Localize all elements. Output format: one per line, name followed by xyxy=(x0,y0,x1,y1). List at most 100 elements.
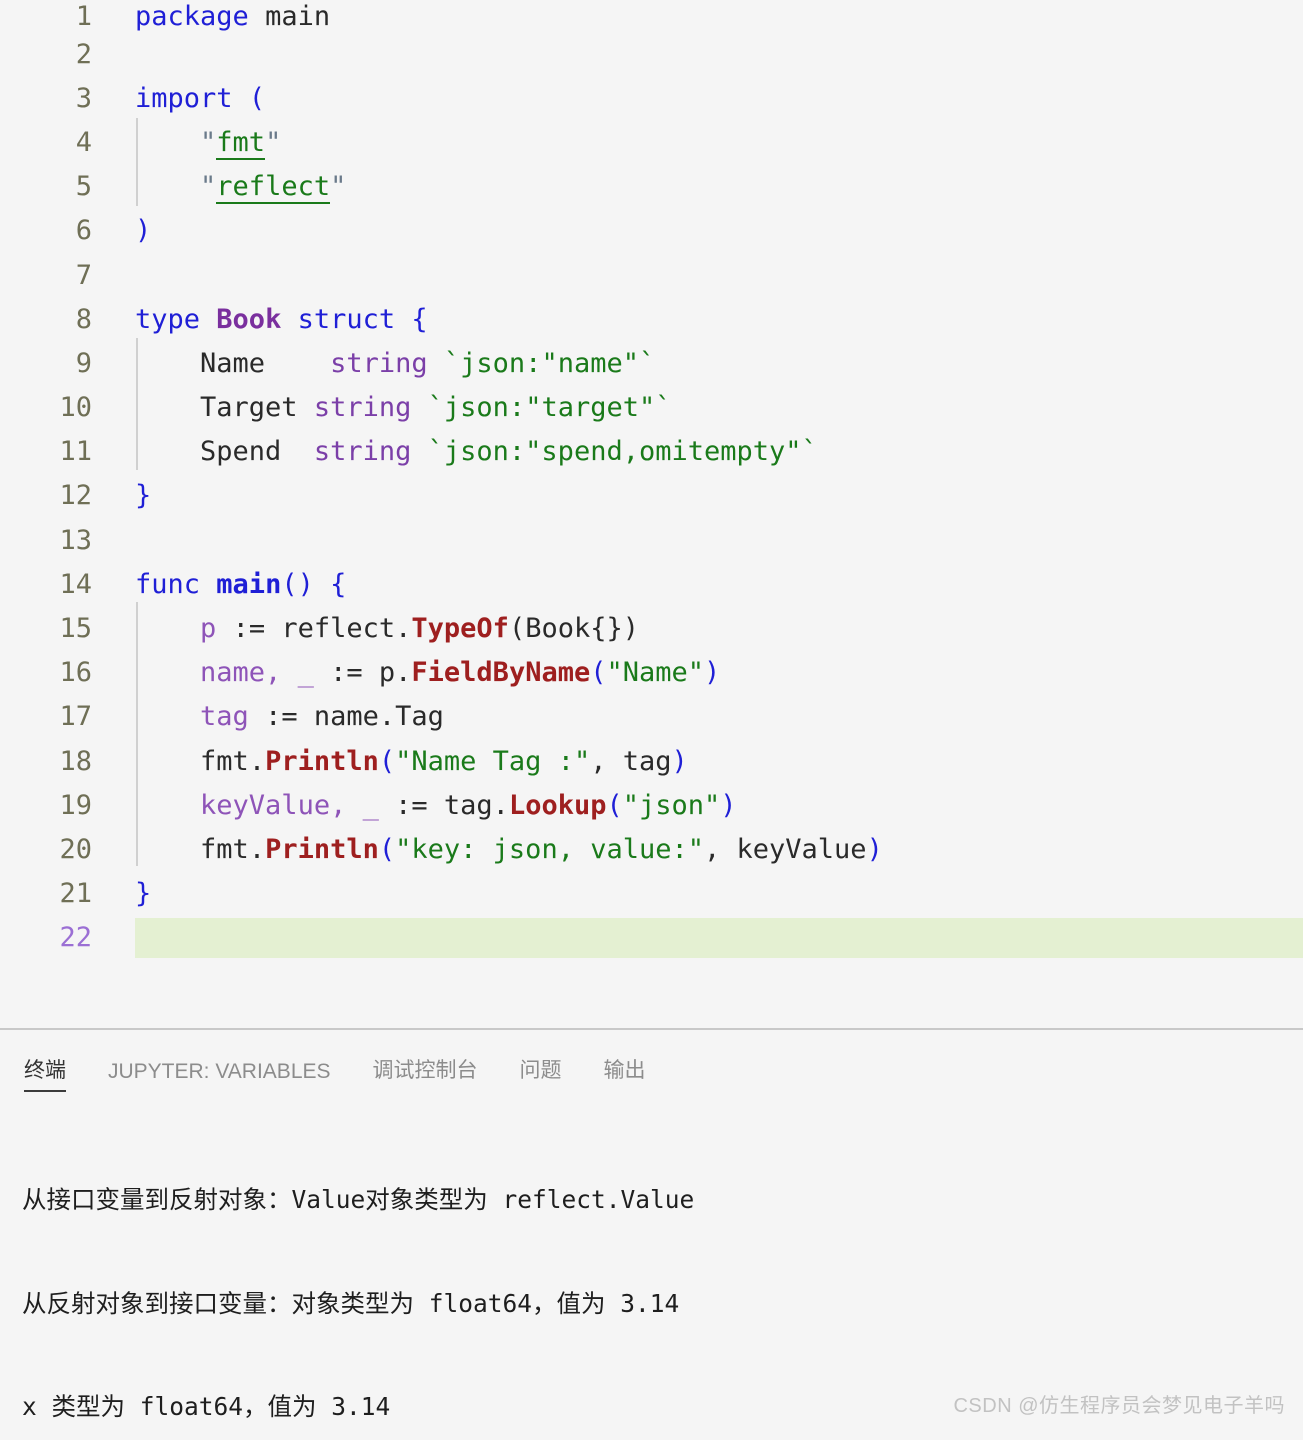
token-keyword: type xyxy=(135,303,201,335)
code-line[interactable]: 19 keyValue, _ := tag.Lookup("json") xyxy=(0,783,1303,827)
token-package-ref: fmt xyxy=(200,745,249,777)
token-method: Println xyxy=(265,745,379,777)
code-line[interactable]: 14 func main() { xyxy=(0,562,1303,606)
token-assign: := xyxy=(395,789,428,821)
code-line[interactable]: 9 Name string `json:"name"` xyxy=(0,341,1303,385)
code-line[interactable]: 2 xyxy=(0,32,1303,76)
code-line[interactable]: 21 } xyxy=(0,872,1303,916)
token-keyword: import xyxy=(135,82,233,114)
line-content: p := reflect.TypeOf(Book{}) xyxy=(135,615,639,642)
vscode-window: 1 package main 2 3 import ( 4 "fmt" 5 "r… xyxy=(0,0,1303,1440)
token-paren: ( xyxy=(590,657,607,689)
code-line[interactable]: 10 Target string `json:"target"` xyxy=(0,386,1303,430)
code-line[interactable]: 11 Spend string `json:"spend,omitempty"` xyxy=(0,430,1303,474)
code-line[interactable]: 5 "reflect" xyxy=(0,165,1303,209)
line-number: 15 xyxy=(59,613,92,645)
terminal-output[interactable]: 从接口变量到反射对象：Value对象类型为 reflect.Value 从反射对… xyxy=(0,1092,1303,1440)
token-arg: tag xyxy=(622,745,672,777)
code-editor[interactable]: 1 package main 2 3 import ( 4 "fmt" 5 "r… xyxy=(0,0,1303,1028)
token-package-ref: fmt xyxy=(200,833,249,865)
token-package-name: main xyxy=(265,0,331,32)
code-line[interactable]: 17 tag := name.Tag xyxy=(0,695,1303,739)
line-content: Spend string `json:"spend,omitempty"` xyxy=(135,438,818,465)
line-number: 7 xyxy=(75,259,92,291)
line-number: 21 xyxy=(59,878,92,910)
token-string: "Name" xyxy=(606,657,705,689)
token-method: FieldByName xyxy=(411,657,591,689)
line-content: ) xyxy=(135,217,151,244)
token-field-name: Name xyxy=(200,347,266,379)
tab-problems[interactable]: 问题 xyxy=(520,1054,562,1092)
token-builtin-type: string xyxy=(313,392,412,424)
line-number: 12 xyxy=(59,480,92,512)
token-brace: { xyxy=(330,568,347,600)
tab-output[interactable]: 输出 xyxy=(604,1054,646,1092)
token-brace: { xyxy=(411,303,428,335)
token-type-name: Book xyxy=(216,303,282,335)
code-line[interactable]: 7 xyxy=(0,253,1303,297)
code-line[interactable]: 15 p := reflect.TypeOf(Book{}) xyxy=(0,606,1303,650)
token-dot: . xyxy=(248,745,266,777)
token-paren: ( xyxy=(378,833,396,865)
code-line[interactable]: 12 } xyxy=(0,474,1303,518)
token-method: Println xyxy=(265,833,379,865)
line-content: fmt.Println("key: json, value:", keyValu… xyxy=(135,836,883,863)
token-dot: . xyxy=(395,657,412,689)
code-line[interactable]: 16 name, _ := p.FieldByName("Name") xyxy=(0,651,1303,695)
line-number: 18 xyxy=(59,745,92,777)
token-assign: := xyxy=(232,613,266,645)
token-quote: " xyxy=(265,126,282,158)
code-line[interactable]: 4 "fmt" xyxy=(0,120,1303,164)
code-lines: 1 package main 2 3 import ( 4 "fmt" 5 "r… xyxy=(0,0,1303,960)
token-receiver: p xyxy=(378,657,396,689)
line-number: 3 xyxy=(75,82,92,114)
code-line[interactable]: 13 xyxy=(0,518,1303,562)
code-line-active[interactable]: 22 xyxy=(0,916,1303,960)
terminal-text: 从接口变量到反射对象：Value对象类型为 reflect.Value xyxy=(22,1185,695,1214)
token-builtin-type: string xyxy=(330,347,428,379)
code-line[interactable]: 3 import ( xyxy=(0,76,1303,120)
token-dot: . xyxy=(492,789,509,821)
line-content: type Book struct { xyxy=(135,306,428,333)
tab-terminal[interactable]: 终端 xyxy=(24,1054,66,1092)
token-paren: ( xyxy=(248,82,266,114)
line-content: package main xyxy=(135,3,330,30)
code-line[interactable]: 1 package main xyxy=(0,0,1303,32)
token-dot: . xyxy=(395,613,412,645)
token-assign: := xyxy=(330,657,363,689)
terminal-line: 从反射对象到接口变量：对象类型为 float64，值为 3.14 xyxy=(22,1287,1303,1322)
csdn-watermark: CSDN @仿生程序员会梦见电子羊吗 xyxy=(953,1395,1285,1417)
token-paren: ) xyxy=(671,745,688,777)
token-quote: " xyxy=(200,126,217,158)
token-method: TypeOf xyxy=(411,613,509,645)
token-import-path: reflect xyxy=(216,171,331,205)
token-brace: } xyxy=(135,480,152,512)
line-content: } xyxy=(135,482,151,509)
token-comma: , xyxy=(590,745,623,777)
terminal-line: 从接口变量到反射对象：Value对象类型为 reflect.Value xyxy=(22,1183,1303,1218)
line-number: 8 xyxy=(75,303,92,335)
token-assign: := xyxy=(265,701,298,733)
token-string: "json" xyxy=(622,789,721,821)
line-number: 10 xyxy=(59,392,92,424)
token-comma: , xyxy=(704,833,737,865)
token-paren: ) xyxy=(135,215,152,247)
code-line[interactable]: 18 fmt.Println("Name Tag :", tag) xyxy=(0,739,1303,783)
tab-jupyter-variables[interactable]: JUPYTER: VARIABLES xyxy=(108,1060,331,1092)
token-function-name: main xyxy=(216,568,282,600)
token-keyword: package xyxy=(135,0,249,32)
line-number: 1 xyxy=(75,0,92,32)
tab-debug-console[interactable]: 调试控制台 xyxy=(373,1054,478,1092)
line-content: keyValue, _ := tag.Lookup("json") xyxy=(135,792,737,819)
token-variable: p xyxy=(200,613,217,645)
line-number: 13 xyxy=(59,524,92,556)
code-line[interactable]: 8 type Book struct { xyxy=(0,297,1303,341)
token-field-name: Target xyxy=(200,392,298,424)
code-line[interactable]: 6 ) xyxy=(0,209,1303,253)
token-parens: () xyxy=(281,568,314,600)
token-paren: ) xyxy=(866,833,883,865)
line-content: "fmt" xyxy=(135,126,282,160)
active-line-highlight xyxy=(135,917,1303,958)
code-line[interactable]: 20 fmt.Println("key: json, value:", keyV… xyxy=(0,827,1303,871)
bottom-panel: 终端 JUPYTER: VARIABLES 调试控制台 问题 输出 从接口变量到… xyxy=(0,1030,1303,1440)
